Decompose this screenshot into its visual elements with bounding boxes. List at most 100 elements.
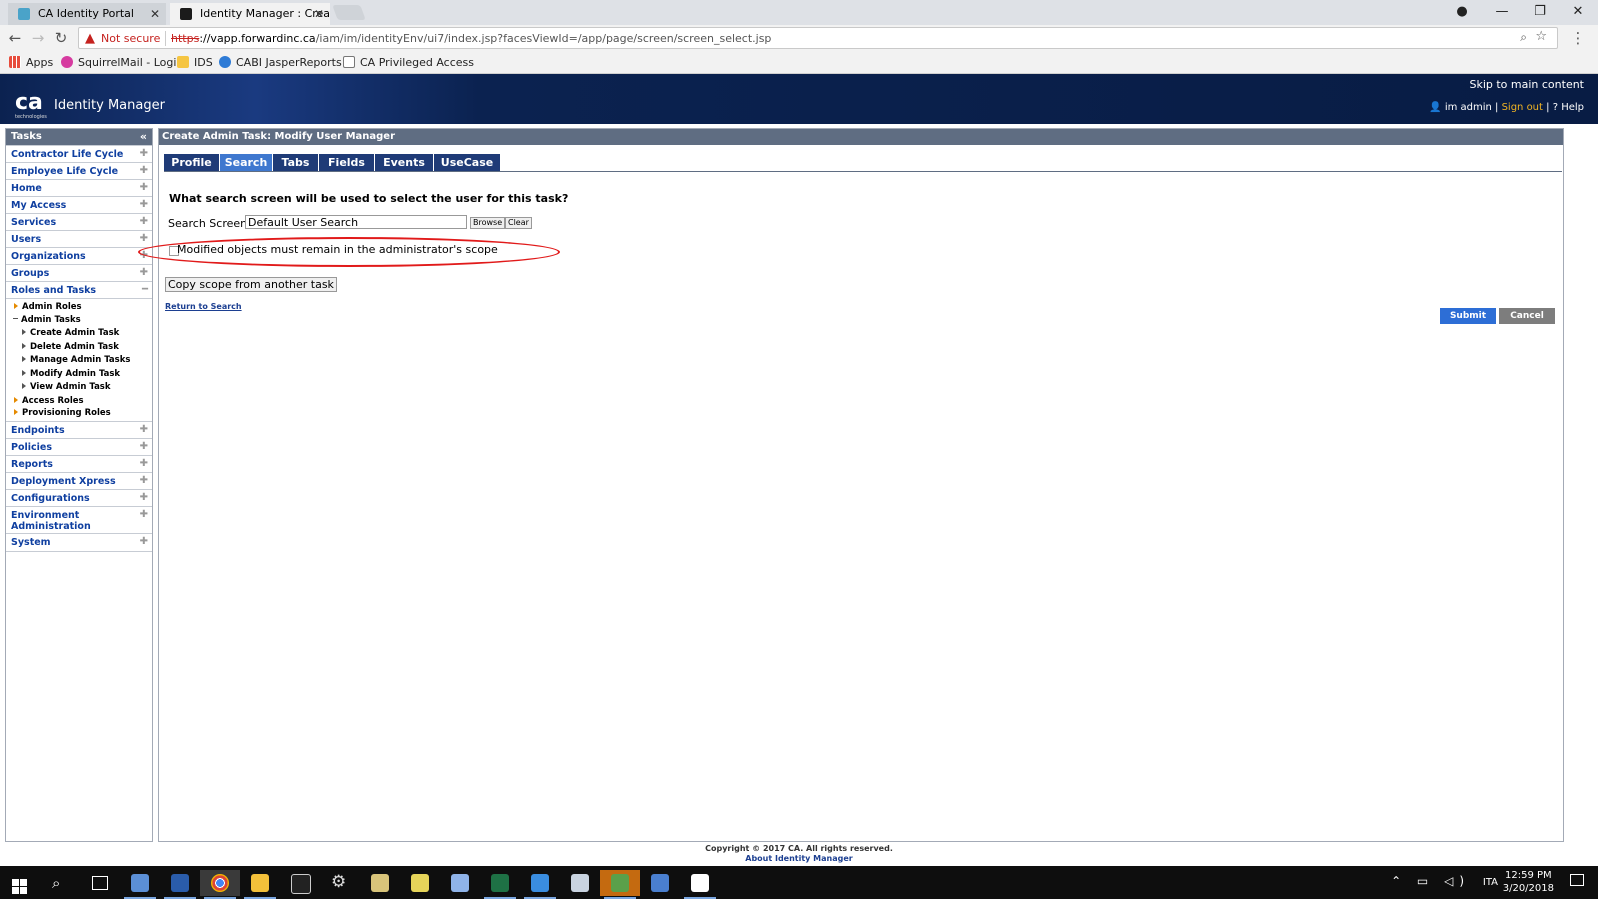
notification-center-icon[interactable] xyxy=(1570,874,1584,886)
bookmark-squirrelmail[interactable]: SquirrelMail - Login xyxy=(61,55,183,70)
browser-tab-ca-identity-portal[interactable]: CA Identity Portal ✕ xyxy=(8,3,166,25)
forward-icon[interactable]: → xyxy=(28,29,48,47)
sidebar-item-deployment-xpress[interactable]: Deployment Xpress ✚ xyxy=(6,472,152,490)
tab-search[interactable]: Search xyxy=(220,154,273,171)
warning-icon[interactable]: ▲ xyxy=(85,31,95,46)
expand-icon[interactable]: ✚ xyxy=(140,182,148,194)
bookmark-star-icon[interactable]: ☆ xyxy=(1535,29,1547,44)
taskbar-app-file-explorer-icon[interactable] xyxy=(240,870,280,899)
taskbar-app-remote-icon[interactable] xyxy=(600,870,640,899)
sidebar-item-reports[interactable]: Reports ✚ xyxy=(6,455,152,473)
sidebar-subitem-access-roles[interactable]: Access Roles xyxy=(14,396,84,407)
taskbar-app-powershell-icon[interactable] xyxy=(160,870,200,899)
expand-icon[interactable]: ✚ xyxy=(140,509,148,521)
taskbar-app-network-icon[interactable] xyxy=(560,870,600,896)
sidebar-subitem-view-admin-task[interactable]: View Admin Task xyxy=(22,382,111,393)
close-tab-icon[interactable]: ✕ xyxy=(150,3,160,25)
about-link[interactable]: About Identity Manager xyxy=(0,854,1598,864)
sidebar-item-services[interactable]: Services ✚ xyxy=(6,213,152,231)
cancel-button[interactable]: Cancel xyxy=(1499,308,1555,324)
sidebar-item-environment-administration[interactable]: Environment Administration ✚ xyxy=(6,506,152,534)
sidebar-item-my-access[interactable]: My Access ✚ xyxy=(6,196,152,214)
copy-scope-button[interactable]: Copy scope from another task xyxy=(165,277,337,292)
profile-icon[interactable]: ● xyxy=(1444,2,1480,22)
bookmark-apps[interactable]: Apps xyxy=(9,55,53,70)
search-screen-field[interactable] xyxy=(245,215,467,229)
bookmark-ids[interactable]: IDS xyxy=(177,55,213,70)
sidebar-item-groups[interactable]: Groups ✚ xyxy=(6,264,152,282)
taskbar-app-document-icon[interactable] xyxy=(440,870,480,896)
tab-profile[interactable]: Profile xyxy=(164,154,220,171)
expand-icon[interactable]: ✚ xyxy=(140,165,148,177)
taskbar-app-documents-icon[interactable] xyxy=(120,870,160,899)
skip-to-main-link[interactable]: Skip to main content xyxy=(1469,78,1584,92)
sidebar-item-configurations[interactable]: Configurations ✚ xyxy=(6,489,152,507)
sidebar-item-contractor-life-cycle[interactable]: Contractor Life Cycle ✚ xyxy=(6,145,152,163)
taskbar-app-connections-icon[interactable] xyxy=(640,870,680,896)
bookmark-ca-privileged[interactable]: CA Privileged Access xyxy=(343,55,474,70)
sidebar-item-system[interactable]: System ✚ xyxy=(6,533,152,552)
tab-tabs[interactable]: Tabs xyxy=(273,154,319,171)
close-tab-icon[interactable]: ✕ xyxy=(314,3,324,25)
sidebar-subitem-admin-roles[interactable]: Admin Roles xyxy=(14,302,82,313)
sidebar-subitem-create-admin-task[interactable]: Create Admin Task xyxy=(22,328,119,339)
close-window-icon[interactable]: ✕ xyxy=(1560,2,1596,22)
sidebar-item-endpoints[interactable]: Endpoints ✚ xyxy=(6,421,152,439)
sidebar-subitem-modify-admin-task[interactable]: Modify Admin Task xyxy=(22,369,120,380)
taskbar-app-tools-icon[interactable] xyxy=(520,870,560,899)
expand-icon[interactable]: ✚ xyxy=(140,475,148,487)
task-view-icon[interactable] xyxy=(80,870,120,896)
help-icon[interactable]: ? xyxy=(1553,102,1558,113)
reload-icon[interactable]: ↻ xyxy=(51,29,71,47)
expand-icon[interactable]: ✚ xyxy=(140,441,148,453)
expand-icon[interactable]: ✚ xyxy=(140,199,148,211)
tab-fields[interactable]: Fields xyxy=(319,154,375,171)
return-to-search-link[interactable]: Return to Search xyxy=(165,302,242,312)
sidebar-subitem-delete-admin-task[interactable]: Delete Admin Task xyxy=(22,342,119,353)
start-button[interactable] xyxy=(0,870,40,896)
expand-icon[interactable]: ✚ xyxy=(140,148,148,160)
address-bar[interactable]: ▲ Not secure https://vapp.forwardinc.ca/… xyxy=(78,27,1558,49)
help-link[interactable]: Help xyxy=(1561,102,1584,113)
submit-button[interactable]: Submit xyxy=(1440,308,1496,324)
system-tray-icons[interactable]: ⌃ ▭ ◁) xyxy=(1391,874,1470,888)
clear-button[interactable]: Clear xyxy=(505,217,532,229)
url-text[interactable]: https://vapp.forwardinc.ca/iam/im/identi… xyxy=(171,31,771,46)
input-language[interactable]: ITA xyxy=(1483,876,1498,889)
taskbar-app-notepad-icon[interactable] xyxy=(400,870,440,896)
expand-icon[interactable]: ✚ xyxy=(140,492,148,504)
sidebar-item-users[interactable]: Users ✚ xyxy=(6,230,152,248)
minimize-icon[interactable]: — xyxy=(1484,2,1520,22)
new-tab-button[interactable] xyxy=(332,5,366,20)
taskbar-app-chrome-icon[interactable] xyxy=(200,870,240,899)
tab-usecase[interactable]: UseCase xyxy=(434,154,501,171)
security-label[interactable]: Not secure xyxy=(101,31,160,46)
sidebar-subitem-provisioning-roles[interactable]: Provisioning Roles xyxy=(14,408,111,419)
sidebar-item-home[interactable]: Home ✚ xyxy=(6,179,152,197)
collapse-sidebar-icon[interactable]: « xyxy=(140,129,147,145)
sidebar-item-policies[interactable]: Policies ✚ xyxy=(6,438,152,456)
system-clock[interactable]: 12:59 PM 3/20/2018 xyxy=(1503,869,1554,895)
collapse-icon[interactable]: ━ xyxy=(142,284,148,296)
menu-icon[interactable]: ⋮ xyxy=(1568,29,1588,47)
sidebar-item-employee-life-cycle[interactable]: Employee Life Cycle ✚ xyxy=(6,162,152,180)
taskbar-app-ca-icon[interactable] xyxy=(680,870,720,899)
zoom-search-icon[interactable]: ⌕ xyxy=(1520,30,1527,45)
browser-tab-identity-manager[interactable]: Identity Manager : Create ✕ xyxy=(170,3,330,25)
expand-icon[interactable]: ✚ xyxy=(140,267,148,279)
taskbar-app-terminal-icon[interactable] xyxy=(280,870,320,896)
taskbar-app-excel-icon[interactable] xyxy=(480,870,520,899)
expand-icon[interactable]: ✚ xyxy=(140,424,148,436)
sidebar-item-roles-and-tasks[interactable]: Roles and Tasks ━ xyxy=(6,281,152,299)
taskbar-app-settings-icon[interactable]: ⚙ xyxy=(320,870,360,896)
tab-events[interactable]: Events xyxy=(375,154,434,171)
restore-icon[interactable]: ❐ xyxy=(1522,2,1558,22)
expand-icon[interactable]: ✚ xyxy=(140,216,148,228)
sidebar-subitem-manage-admin-tasks[interactable]: Manage Admin Tasks xyxy=(22,355,130,366)
expand-icon[interactable]: ✚ xyxy=(140,536,148,548)
search-icon[interactable]: ⌕ xyxy=(40,870,80,896)
expand-icon[interactable]: ✚ xyxy=(140,458,148,470)
bookmark-cabi-jasper[interactable]: CABI JasperReports S xyxy=(219,55,352,70)
sidebar-subitem-admin-tasks[interactable]: Admin Tasks xyxy=(13,315,81,326)
taskbar-app-tool-icon[interactable] xyxy=(360,870,400,896)
